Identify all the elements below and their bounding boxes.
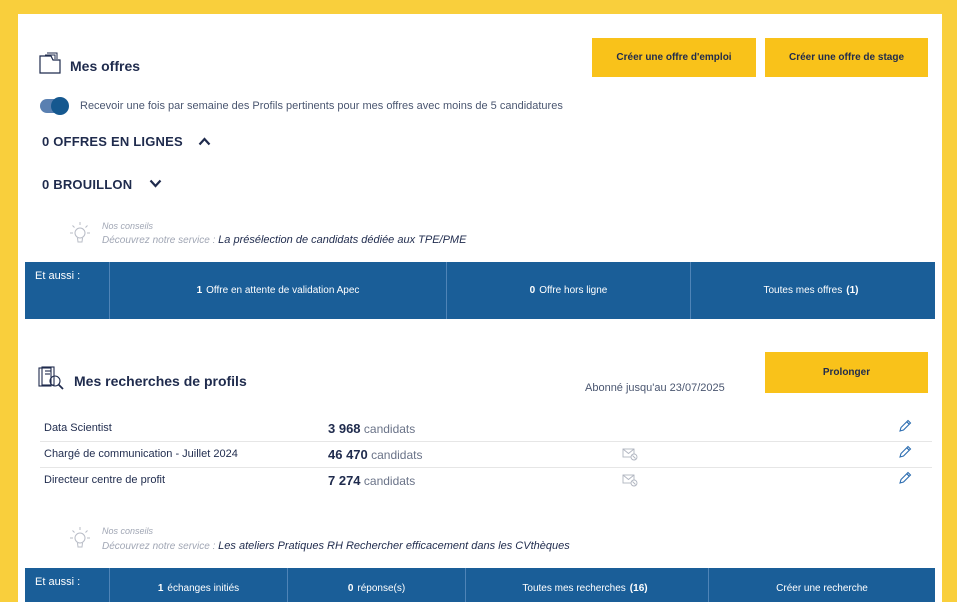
search-name[interactable]: Data Scientist: [44, 422, 112, 434]
offers-folder-icon: [39, 52, 61, 74]
edit-pencil-icon[interactable]: [898, 419, 912, 433]
table-row[interactable]: Directeur centre de profit 7 274 candida…: [40, 468, 932, 494]
main-panel: Mes offres Créer une offre d'emploi Crée…: [18, 14, 942, 602]
candidate-unit: candidats: [363, 474, 416, 488]
all-searches-label: Toutes mes recherches: [522, 582, 626, 594]
offline-offer-link[interactable]: 0 Offre hors ligne: [446, 262, 690, 319]
weekly-profiles-toggle-label: Recevoir une fois par semaine des Profil…: [80, 100, 563, 112]
search-name[interactable]: Chargé de communication - Juillet 2024: [44, 448, 238, 460]
online-offers-heading[interactable]: 0 OFFRES EN LIGNES: [42, 134, 183, 149]
drafts-heading[interactable]: 0 BROUILLON: [42, 177, 132, 192]
create-internship-offer-button[interactable]: Créer une offre de stage: [765, 38, 928, 77]
candidate-unit: candidats: [371, 448, 423, 462]
lightbulb-icon: [70, 222, 90, 243]
candidate-count: 7 274: [328, 473, 361, 488]
candidate-unit: candidats: [363, 422, 416, 436]
all-offers-label: Toutes mes offres: [763, 285, 843, 296]
create-search-link[interactable]: Créer une recherche: [708, 568, 935, 602]
offers-tip-prefix: Découvrez notre service :: [102, 235, 216, 246]
profile-search-icon: [38, 366, 64, 390]
offers-also-label: Et aussi :: [35, 270, 81, 282]
lightbulb-icon: [70, 527, 90, 548]
offers-title: Mes offres: [70, 58, 141, 74]
offers-also-bar: Et aussi : 1 Offre en attente de validat…: [25, 262, 935, 319]
exchanges-count: 1: [157, 582, 164, 594]
searches-tip-prefix: Découvrez notre service :: [102, 541, 216, 552]
responses-count: 0: [347, 582, 354, 594]
exchanges-label: échanges initiés: [167, 582, 240, 594]
offers-tip-link[interactable]: La présélection de candidats dédiée aux …: [218, 234, 466, 246]
searches-title: Mes recherches de profils: [74, 373, 247, 389]
responses-link[interactable]: 0 réponse(s): [287, 568, 465, 602]
extend-subscription-button[interactable]: Prolonger: [765, 352, 928, 393]
all-searches-count: (16): [629, 582, 648, 594]
all-offers-count: (1): [846, 285, 859, 296]
search-name[interactable]: Directeur centre de profit: [44, 474, 165, 486]
chevron-up-icon[interactable]: [198, 137, 211, 146]
pending-offer-link[interactable]: 1 Offre en attente de validation Apec: [109, 262, 446, 319]
responses-label: réponse(s): [357, 582, 406, 594]
searches-also-bar: Et aussi : 1 échanges initiés 0 réponse(…: [25, 568, 935, 602]
searches-tip-link[interactable]: Les ateliers Pratiques RH Rechercher eff…: [218, 540, 570, 552]
candidate-count: 3 968: [328, 421, 361, 436]
offline-offer-count: 0: [529, 285, 536, 296]
mail-alert-off-icon[interactable]: [622, 473, 638, 487]
pending-offer-label: Offre en attente de validation Apec: [206, 285, 360, 296]
mail-alert-off-icon[interactable]: [622, 447, 638, 461]
chevron-down-icon[interactable]: [149, 179, 162, 188]
create-job-offer-button[interactable]: Créer une offre d'emploi: [592, 38, 756, 77]
edit-pencil-icon[interactable]: [898, 471, 912, 485]
searches-tip-title: Nos conseils: [102, 526, 154, 536]
all-offers-link[interactable]: Toutes mes offres (1): [690, 262, 935, 319]
candidate-count: 46 470: [328, 447, 368, 462]
offers-tip-title: Nos conseils: [102, 221, 154, 231]
weekly-profiles-toggle[interactable]: [40, 97, 69, 115]
table-row[interactable]: Chargé de communication - Juillet 2024 4…: [40, 442, 932, 468]
offers-card: Mes offres Créer une offre d'emploi Crée…: [18, 14, 942, 320]
pending-offer-count: 1: [196, 285, 203, 296]
searches-also-label: Et aussi :: [35, 576, 81, 588]
toggle-knob: [51, 97, 69, 115]
edit-pencil-icon[interactable]: [898, 445, 912, 459]
all-searches-link[interactable]: Toutes mes recherches (16): [465, 568, 708, 602]
table-row[interactable]: Data Scientist 3 968 candidats: [40, 416, 932, 442]
offline-offer-label: Offre hors ligne: [539, 285, 608, 296]
subscription-status: Abonné jusqu'au 23/07/2025: [585, 382, 725, 394]
exchanges-link[interactable]: 1 échanges initiés: [109, 568, 287, 602]
